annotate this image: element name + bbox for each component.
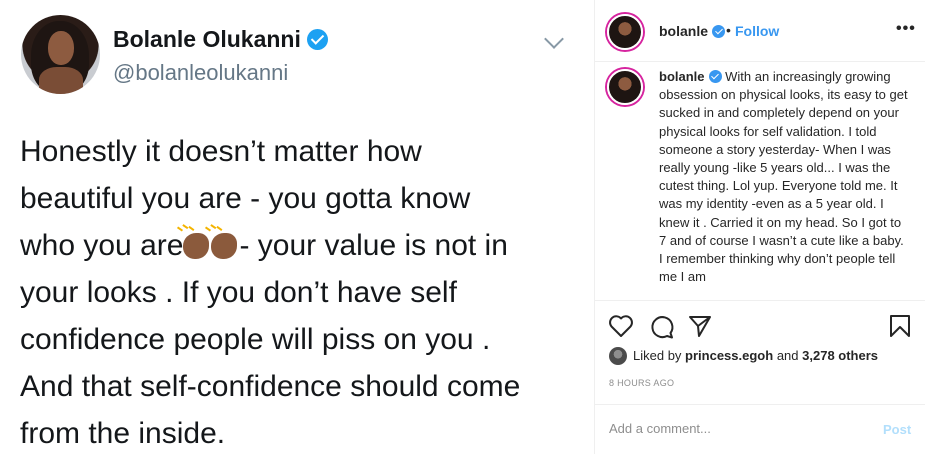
tweet-text: Honestly it doesn’t matter how beautiful…: [20, 128, 585, 454]
caption-avatar[interactable]: [607, 69, 643, 105]
likes-summary: Liked by princess.egoh and 3,278 others: [609, 347, 878, 367]
tweet-line: who you are - your value is not in: [20, 222, 585, 269]
verified-badge-icon: [306, 29, 328, 50]
caption-area[interactable]: bolanle With an increasingly growing obs…: [595, 63, 925, 301]
post-header: bolanle • Follow •••: [595, 0, 925, 62]
caption-text: bolanle With an increasingly growing obs…: [659, 68, 909, 286]
tweet-line: And that self-confidence should come: [20, 370, 521, 403]
clapping-hands-emoji-icon: [211, 233, 238, 259]
comment-input[interactable]: [609, 421, 859, 436]
avatar[interactable]: [607, 14, 643, 50]
username-text[interactable]: bolanle: [659, 23, 708, 39]
share-icon[interactable]: [688, 314, 712, 338]
tweet-display-name: Bolanle Olukanni: [113, 26, 328, 53]
post-timestamp[interactable]: 8 HOURS AGO: [609, 378, 674, 388]
comment-icon[interactable]: [649, 314, 675, 340]
verified-badge-icon: [712, 25, 726, 38]
tweet-name-text: Bolanle Olukanni: [113, 26, 301, 52]
caption-username[interactable]: bolanle: [659, 69, 705, 84]
likes-others-link[interactable]: 3,278 others: [802, 348, 878, 363]
clapping-hands-emoji-icon: [183, 233, 210, 259]
liker-avatar[interactable]: [609, 347, 627, 365]
heart-icon[interactable]: [608, 314, 634, 338]
tweet-line: Honestly it doesn’t matter how: [20, 135, 422, 168]
tweet-handle: @bolanleolukanni: [113, 60, 289, 85]
tweet-line: from the inside.: [20, 417, 226, 450]
instagram-post-panel: bolanle • Follow ••• bolanle With an inc…: [595, 0, 925, 454]
action-bar: [595, 302, 925, 346]
tweet-line: confidence people will piss on you .: [20, 323, 491, 356]
comment-box: Post: [595, 404, 925, 454]
tweet-image: Bolanle Olukanni @bolanleolukanni Honest…: [0, 0, 594, 454]
post-button[interactable]: Post: [883, 422, 911, 437]
liker-username[interactable]: princess.egoh: [685, 348, 773, 363]
tweet-line: your looks . If you don’t have self: [20, 276, 457, 309]
separator-dot: •: [726, 22, 731, 38]
likes-prefix: Liked by: [633, 348, 682, 363]
header-username[interactable]: bolanle: [659, 23, 726, 39]
verified-badge-icon: [708, 70, 722, 83]
follow-button[interactable]: Follow: [735, 23, 779, 39]
more-options-icon[interactable]: •••: [896, 20, 916, 38]
tweet-line-part: - your value is not in: [239, 229, 508, 262]
bookmark-icon[interactable]: [889, 314, 911, 338]
tweet-avatar: [21, 15, 100, 94]
likes-connector: and: [776, 348, 799, 363]
chevron-down-icon: [544, 29, 564, 49]
caption-body: With an increasingly growing obsession o…: [659, 69, 908, 285]
tweet-line-part: who you are: [20, 229, 184, 262]
tweet-line: beautiful you are - you gotta know: [20, 182, 471, 215]
